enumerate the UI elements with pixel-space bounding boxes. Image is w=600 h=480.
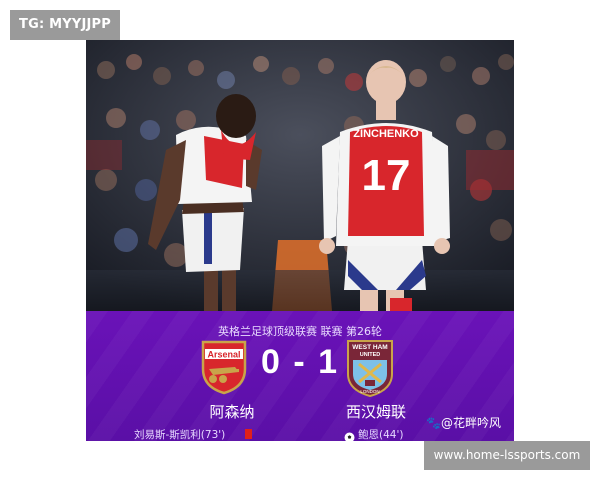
away-team-name: 西汉姆联 xyxy=(345,403,406,421)
match-photo: ZINCHENKO 17 xyxy=(86,40,514,311)
west-ham-crest-text-top: WEST HAM xyxy=(352,344,387,351)
home-scorer: 刘易斯-斯凯利(73') xyxy=(134,429,226,441)
scoreboard-panel: 英格兰足球顶级联赛 联赛 第26轮 Arsenal 0 - 1 WEST HAM… xyxy=(86,311,514,441)
match-photo-illustration: ZINCHENKO 17 xyxy=(86,40,514,311)
player-back-number: 17 xyxy=(362,151,411,200)
credit-label: 🐾@花畔吟风 xyxy=(426,414,501,431)
west-ham-crest-icon: WEST HAM UNITED LONDON xyxy=(345,338,395,402)
page: TG: MYYJJPP ZINCHENKO 17 英格兰足球顶级联赛 联赛 第2… xyxy=(0,0,600,480)
home-team-name: 阿森纳 xyxy=(209,403,255,421)
away-scorer: 鲍恩(44') xyxy=(358,429,404,441)
west-ham-crest-text-bottom: LONDON xyxy=(360,389,379,394)
competition-label: 英格兰足球顶级联赛 联赛 第26轮 xyxy=(218,325,382,338)
west-ham-crest-text-mid: UNITED xyxy=(360,352,381,358)
top-left-watermark: TG: MYYJJPP xyxy=(10,10,120,40)
match-score: 0 - 1 xyxy=(260,343,340,381)
paw-icon: 🐾 xyxy=(426,416,441,430)
red-card-icon xyxy=(245,429,252,439)
player-back-name: ZINCHENKO xyxy=(353,128,419,140)
bottom-right-watermark: www.home-lssports.com xyxy=(424,441,590,470)
football-icon xyxy=(344,428,355,441)
credit-text: @花畔吟风 xyxy=(440,416,501,430)
